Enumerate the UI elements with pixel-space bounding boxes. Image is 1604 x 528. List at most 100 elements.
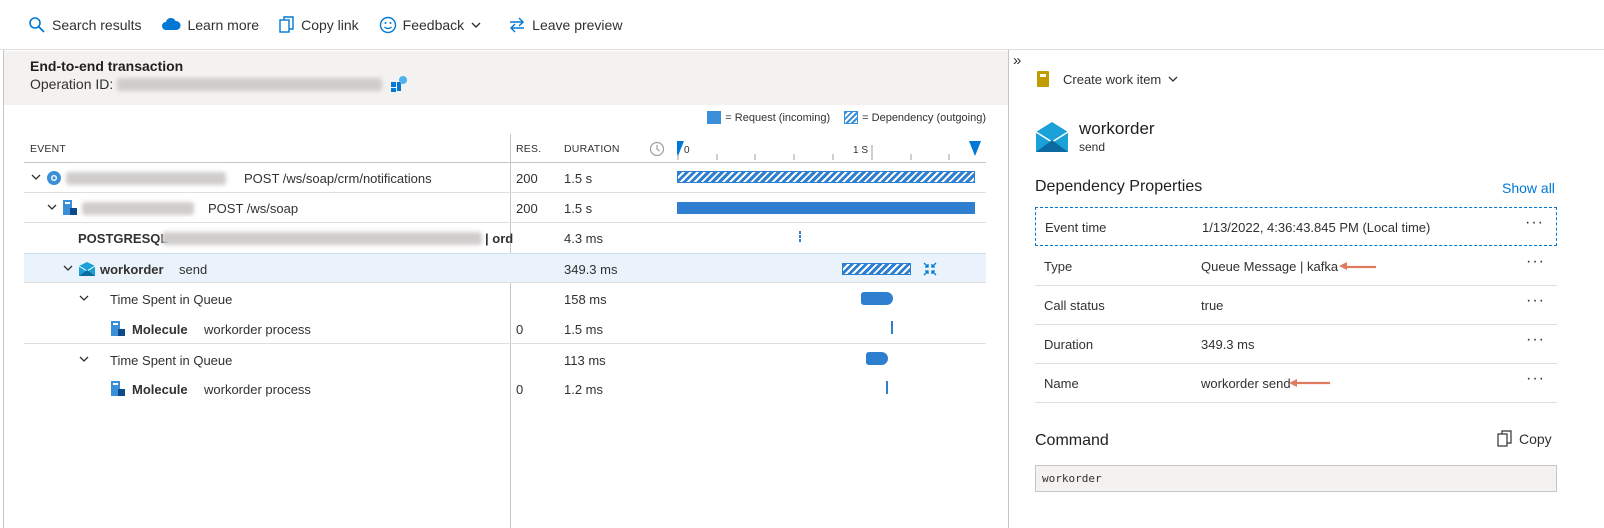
- arrow-annotation-icon: [1339, 262, 1376, 270]
- table-row[interactable]: POST /ws/soap 200 1.5 s: [24, 193, 986, 223]
- row-name: workorder: [100, 262, 164, 277]
- table-row[interactable]: POSTGRESQL | ord 4.3 ms: [24, 223, 986, 253]
- table-row-selected[interactable]: workorder send 349.3 ms: [24, 253, 986, 283]
- property-key: Type: [1044, 259, 1073, 274]
- smiley-icon: [379, 16, 396, 33]
- row-res: 0: [516, 322, 524, 337]
- queue-bar[interactable]: [861, 292, 893, 305]
- server-icon: [63, 200, 77, 215]
- row-name: Molecule: [132, 322, 188, 337]
- copy-link-label: Copy link: [301, 16, 359, 33]
- search-results-button[interactable]: Search results: [28, 16, 141, 34]
- column-res[interactable]: RES.: [516, 143, 541, 155]
- row-name: Molecule: [132, 382, 188, 397]
- show-all-link[interactable]: Show all: [1502, 180, 1555, 196]
- transaction-header: End-to-end transaction Operation ID:: [4, 51, 1008, 105]
- legend-request-swatch: [707, 111, 722, 124]
- queue-bar[interactable]: [866, 352, 888, 365]
- chevron-down-icon[interactable]: [62, 264, 74, 274]
- timeline-ruler: 0 1 S: [677, 140, 982, 162]
- server-icon: [111, 381, 125, 396]
- copy-icon: [279, 15, 294, 33]
- chevron-down-icon[interactable]: [30, 173, 42, 183]
- column-event[interactable]: EVENT: [30, 143, 66, 155]
- operation-id-redacted: [117, 77, 383, 91]
- create-work-item-label: Create work item: [1063, 71, 1162, 87]
- arrow-annotation-icon: [1289, 379, 1330, 387]
- property-key: Duration: [1044, 337, 1094, 352]
- feedback-button[interactable]: Feedback: [379, 16, 488, 34]
- operation-id-label: Operation ID:: [30, 76, 114, 92]
- row-res: 0: [516, 382, 524, 397]
- property-row-event-time[interactable]: Event time 1/13/2022, 4:36:43.845 PM (Lo…: [1035, 207, 1557, 246]
- property-value: true: [1201, 298, 1224, 313]
- globe-app-icon: [47, 171, 61, 185]
- search-icon: [29, 16, 45, 33]
- queue-envelope-icon: [1035, 122, 1069, 152]
- row-detail: | ord: [485, 231, 514, 246]
- chevron-down-icon[interactable]: [78, 294, 90, 304]
- table-row[interactable]: Molecule workorder process 0 1.2 ms: [24, 374, 986, 404]
- expand-panel-icon[interactable]: »: [1013, 52, 1021, 69]
- property-value: workorder send: [1201, 376, 1291, 391]
- row-name: POSTGRESQL: [78, 231, 169, 246]
- more-options-icon[interactable]: ···: [1526, 253, 1545, 271]
- copy-icon: [1497, 430, 1512, 447]
- timeline-bar-dependency[interactable]: [842, 263, 911, 275]
- query-redacted: [162, 232, 482, 245]
- command-title: Command: [1035, 432, 1109, 449]
- timeline-marker[interactable]: [891, 321, 893, 334]
- notebook-icon: [1037, 71, 1049, 87]
- panel-subtitle: send: [1079, 140, 1106, 154]
- property-row-duration[interactable]: Duration 349.3 ms ···: [1035, 325, 1557, 364]
- envelope-icon: [78, 262, 96, 276]
- leave-preview-button[interactable]: Leave preview: [508, 16, 622, 34]
- copy-label: Copy: [1519, 431, 1552, 447]
- tick-0: 0: [684, 145, 690, 156]
- legend: = Request (incoming) = Dependency (outgo…: [707, 111, 986, 124]
- chevron-down-icon[interactable]: [78, 355, 90, 365]
- timeline-bar-request[interactable]: [677, 202, 975, 214]
- column-duration[interactable]: DURATION: [564, 143, 620, 155]
- chevron-down-icon[interactable]: [46, 203, 58, 213]
- timeline-marker[interactable]: [799, 231, 801, 242]
- property-value: 349.3 ms: [1201, 337, 1255, 352]
- table-row[interactable]: POST /ws/soap/crm/notifications 200 1.5 …: [24, 163, 986, 193]
- property-row-call-status[interactable]: Call status true ···: [1035, 286, 1557, 325]
- table-row[interactable]: Time Spent in Queue 113 ms: [24, 345, 986, 375]
- command-box[interactable]: workorder: [1035, 465, 1557, 492]
- history-icon[interactable]: [649, 141, 665, 157]
- row-duration: 1.5 ms: [564, 322, 604, 337]
- row-detail: workorder process: [204, 322, 311, 337]
- row-duration: 113 ms: [564, 353, 606, 368]
- more-options-icon[interactable]: ···: [1526, 292, 1545, 310]
- row-duration: 158 ms: [564, 292, 607, 307]
- table-row[interactable]: Molecule workorder process 0 1.5 ms: [24, 314, 986, 344]
- property-key: Event time: [1045, 220, 1107, 235]
- row-detail: workorder process: [204, 382, 311, 397]
- copy-link-button[interactable]: Copy link: [279, 15, 359, 34]
- copy-command-button[interactable]: Copy: [1497, 430, 1552, 448]
- timeline-marker[interactable]: [886, 381, 888, 394]
- row-res: 200: [516, 201, 538, 216]
- operation-id-line: Operation ID:: [30, 75, 1008, 93]
- more-options-icon[interactable]: ···: [1526, 331, 1545, 349]
- panel-title: workorder: [1079, 119, 1155, 138]
- tick-1s: 1 S: [853, 145, 869, 156]
- property-row-type[interactable]: Type Queue Message | kafka ···: [1035, 247, 1557, 286]
- row-name: Time Spent in Queue: [110, 292, 233, 307]
- operation-id-icon[interactable]: [390, 75, 408, 93]
- row-duration: 1.2 ms: [564, 382, 604, 397]
- timeline-bar-dependency[interactable]: [677, 171, 975, 183]
- chevron-down-icon: [1168, 76, 1178, 82]
- more-options-icon[interactable]: ···: [1526, 370, 1545, 388]
- legend-request-label: = Request (incoming): [725, 111, 831, 124]
- collapse-arrows-icon[interactable]: [923, 262, 937, 276]
- table-row[interactable]: Time Spent in Queue 158 ms: [24, 284, 986, 314]
- more-options-icon[interactable]: ···: [1525, 214, 1544, 232]
- create-work-item-button[interactable]: Create work item: [1035, 70, 1179, 88]
- learn-more-button[interactable]: Learn more: [161, 17, 259, 33]
- panel-splitter[interactable]: [1008, 50, 1009, 528]
- learn-more-label: Learn more: [187, 16, 260, 33]
- property-row-name[interactable]: Name workorder send ···: [1035, 364, 1557, 403]
